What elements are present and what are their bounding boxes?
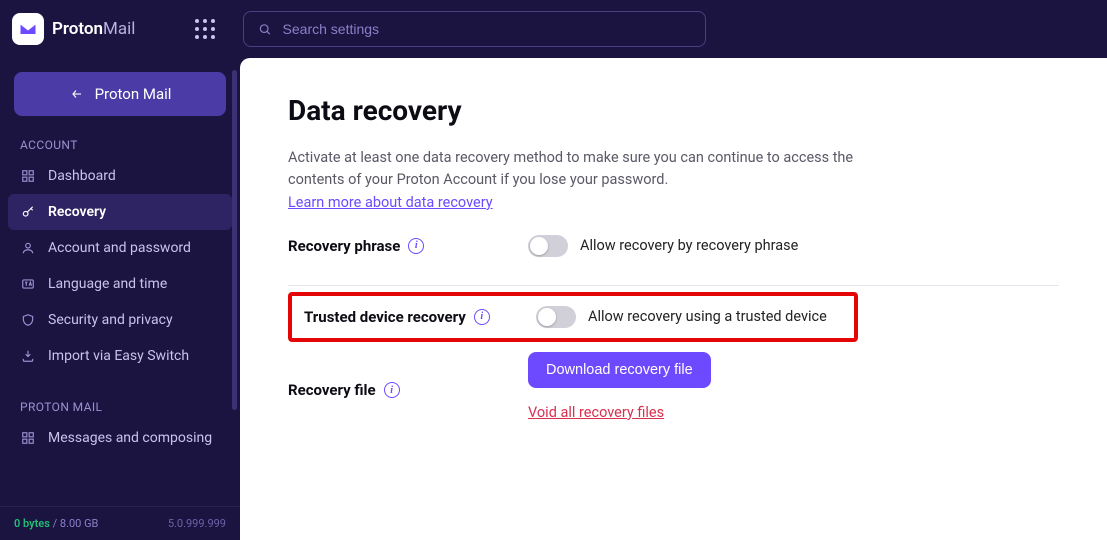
- brand-logo: ProtonMail: [12, 13, 135, 45]
- shield-icon: [20, 313, 36, 327]
- page-description: Activate at least one data recovery meth…: [288, 147, 908, 192]
- sidebar-item-label: Dashboard: [48, 168, 116, 184]
- key-icon: [20, 205, 36, 219]
- main-content: Data recovery Activate at least one data…: [240, 58, 1107, 540]
- sidebar: Proton Mail ACCOUNT Dashboard Recovery: [0, 58, 240, 540]
- storage-text: 0 bytes / 8.00 GB: [14, 517, 98, 530]
- sidebar-section-account: ACCOUNT: [8, 130, 232, 158]
- sidebar-section-protonmail: PROTON MAIL: [8, 392, 232, 420]
- void-recovery-files-link[interactable]: Void all recovery files: [528, 404, 664, 421]
- download-recovery-file-button[interactable]: Download recovery file: [528, 352, 711, 388]
- learn-more-link[interactable]: Learn more about data recovery: [288, 194, 493, 211]
- row-recovery-phrase: Recovery phrase i Allow recovery by reco…: [288, 211, 1059, 279]
- sidebar-item-dashboard[interactable]: Dashboard: [8, 158, 232, 194]
- sidebar-item-label: Language and time: [48, 276, 167, 292]
- sidebar-item-language-time[interactable]: Language and time: [8, 266, 232, 302]
- recovery-phrase-label: Recovery phrase: [288, 237, 400, 255]
- sidebar-item-label: Account and password: [48, 240, 191, 256]
- user-icon: [20, 241, 36, 255]
- sidebar-item-recovery[interactable]: Recovery: [8, 194, 232, 230]
- logo-badge: [12, 13, 44, 45]
- info-icon[interactable]: i: [384, 382, 400, 398]
- grid-icon: [20, 431, 36, 445]
- grid-icon: [20, 169, 36, 183]
- sidebar-item-label: Security and privacy: [48, 312, 173, 328]
- sidebar-item-label: Import via Easy Switch: [48, 348, 189, 364]
- search-icon: [258, 22, 272, 37]
- back-to-mail-button[interactable]: Proton Mail: [14, 72, 226, 116]
- page-title: Data recovery: [288, 94, 1059, 127]
- brand-text: ProtonMail: [52, 19, 135, 39]
- app-header: ProtonMail: [0, 0, 1107, 58]
- search-input[interactable]: [283, 21, 692, 37]
- recovery-phrase-toggle[interactable]: [528, 235, 568, 257]
- download-box-icon: [20, 349, 36, 363]
- arrow-left-icon: [69, 88, 85, 100]
- sidebar-item-account-password[interactable]: Account and password: [8, 230, 232, 266]
- info-icon[interactable]: i: [474, 309, 490, 325]
- row-recovery-file: Recovery file i Download recovery file V…: [288, 342, 1059, 421]
- sidebar-scrollbar[interactable]: [232, 70, 237, 410]
- sidebar-item-messages-composing[interactable]: Messages and composing: [8, 420, 232, 456]
- back-button-label: Proton Mail: [95, 85, 172, 103]
- search-container[interactable]: [243, 11, 706, 47]
- mail-glyph-icon: [18, 19, 38, 39]
- recovery-file-label: Recovery file: [288, 381, 376, 399]
- trusted-device-toggle-label: Allow recovery using a trusted device: [588, 308, 827, 325]
- highlight-trusted-device: Trusted device recovery i Allow recovery…: [288, 292, 858, 342]
- info-icon[interactable]: i: [408, 238, 424, 254]
- sidebar-item-label: Recovery: [48, 204, 106, 220]
- trusted-device-label: Trusted device recovery: [304, 308, 466, 326]
- sidebar-item-label: Messages and composing: [48, 430, 212, 446]
- sidebar-item-import[interactable]: Import via Easy Switch: [8, 338, 232, 374]
- apps-grid-icon[interactable]: [195, 19, 215, 39]
- divider: [288, 285, 1059, 286]
- sidebar-item-security-privacy[interactable]: Security and privacy: [8, 302, 232, 338]
- language-icon: [20, 277, 36, 291]
- sidebar-footer: 0 bytes / 8.00 GB 5.0.999.999: [0, 506, 240, 540]
- recovery-phrase-toggle-label: Allow recovery by recovery phrase: [580, 237, 798, 254]
- version-text: 5.0.999.999: [168, 517, 226, 530]
- trusted-device-toggle[interactable]: [536, 306, 576, 328]
